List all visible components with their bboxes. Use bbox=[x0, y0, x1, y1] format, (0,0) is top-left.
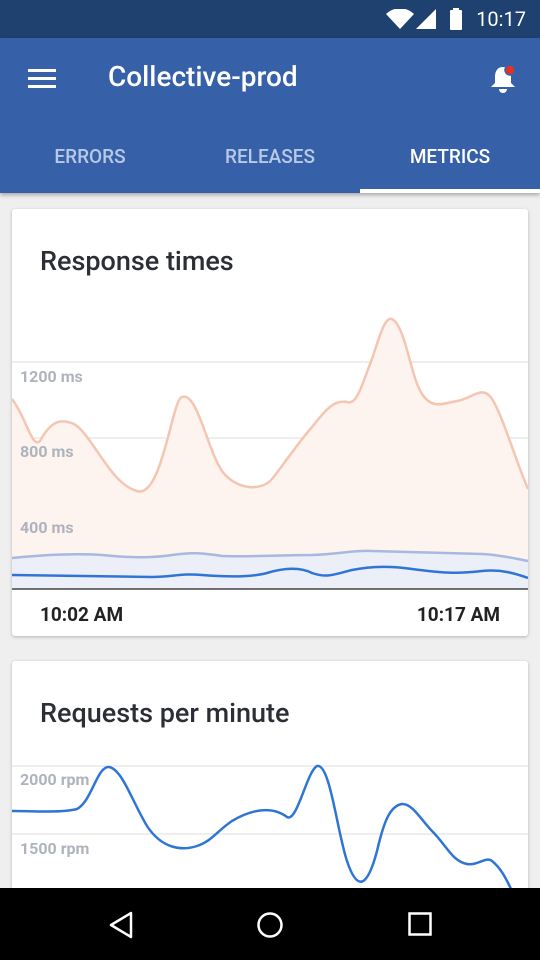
x-axis-start-label: 10:02 AM bbox=[40, 603, 124, 626]
y-axis-label: 800 ms bbox=[20, 442, 74, 461]
response-times-card: Response times 1200 ms 800 ms 400 ms 10:… bbox=[12, 209, 528, 636]
wifi-icon bbox=[386, 9, 414, 29]
app-title: Collective-prod bbox=[108, 60, 298, 93]
notifications-bell-icon[interactable] bbox=[488, 64, 518, 94]
card-title: Requests per minute bbox=[40, 697, 290, 729]
cellular-signal-icon bbox=[416, 9, 436, 29]
home-icon[interactable] bbox=[256, 911, 284, 939]
y-axis-label: 2000 rpm bbox=[20, 770, 90, 789]
tab-releases[interactable]: RELEASES bbox=[180, 134, 360, 193]
recent-apps-icon[interactable] bbox=[408, 912, 432, 936]
y-axis-label: 1200 ms bbox=[20, 367, 83, 386]
menu-icon[interactable] bbox=[28, 69, 56, 89]
y-axis-label: 1500 rpm bbox=[20, 839, 90, 858]
status-bar: 10:17 bbox=[0, 0, 540, 38]
active-tab-indicator bbox=[360, 189, 540, 193]
x-axis-end-label: 10:17 AM bbox=[416, 603, 500, 626]
status-time: 10:17 bbox=[476, 7, 526, 31]
requests-per-minute-card: Requests per minute 2000 rpm 1500 rpm bbox=[12, 661, 528, 901]
tab-errors[interactable]: ERRORS bbox=[0, 134, 180, 193]
app-bar: Collective-prod ERRORS RELEASES METRICS bbox=[0, 38, 540, 193]
back-icon[interactable] bbox=[108, 911, 134, 939]
card-title: Response times bbox=[40, 245, 234, 277]
notification-dot bbox=[504, 64, 516, 76]
tab-bar: ERRORS RELEASES METRICS bbox=[0, 134, 540, 193]
tab-metrics[interactable]: METRICS bbox=[360, 134, 540, 193]
battery-icon bbox=[450, 8, 462, 30]
y-axis-label: 400 ms bbox=[20, 518, 74, 537]
response-p95-area bbox=[12, 318, 528, 589]
navigation-bar bbox=[0, 888, 540, 960]
